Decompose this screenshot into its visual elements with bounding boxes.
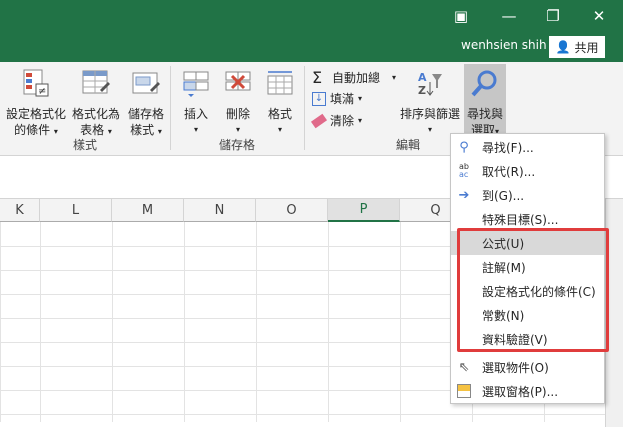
magnifier-icon — [471, 70, 497, 97]
insert-label: 插入 — [183, 107, 208, 121]
column-header-k[interactable]: K — [0, 199, 40, 222]
person-add-icon: 👤 — [555, 40, 571, 54]
fill-button[interactable]: ↓ 填滿 ▾ — [312, 90, 362, 107]
sigma-icon: Σ — [312, 68, 323, 87]
grid-row-line — [0, 414, 605, 415]
format-button[interactable]: 格式 ▾ — [260, 68, 300, 138]
cell-styles-label-1: 儲存格 — [127, 107, 164, 121]
svg-text:≠: ≠ — [38, 86, 46, 97]
menu-item-label: 到(G)... — [482, 188, 525, 203]
grid-column-line — [40, 222, 41, 422]
minimize-icon[interactable]: — — [494, 4, 524, 28]
column-header-p[interactable]: P — [328, 199, 400, 222]
find-select-label-1: 尋找與 — [466, 107, 503, 121]
format-as-table-label-1: 格式化為 — [71, 107, 120, 121]
conditional-formatting-label-1: 設定格式化 — [5, 107, 66, 121]
sort-filter-icon: A Z — [418, 71, 442, 97]
styles-group-label: 樣式 — [73, 138, 98, 152]
menu-item[interactable]: ab ac 取代(R)... — [451, 159, 604, 183]
cell-styles-icon — [132, 72, 160, 94]
grid-column-line — [400, 222, 401, 422]
fill-down-icon: ↓ — [312, 91, 326, 106]
selection-pane-icon — [455, 382, 473, 400]
column-header-l[interactable]: L — [40, 199, 112, 222]
replace-icon: ab ac — [459, 162, 469, 179]
clear-label: 清除 — [330, 114, 355, 128]
menu-item[interactable]: ⇖ 選取物件(O) — [451, 355, 604, 379]
fill-label: 填滿 — [330, 92, 355, 106]
conditional-formatting-icon: ≠ — [23, 69, 49, 97]
cursor-icon: ⇖ — [458, 359, 470, 375]
autosum-label: 自動加總 — [332, 71, 381, 85]
svg-text:A: A — [418, 71, 427, 84]
grid-column-line — [0, 222, 1, 422]
sort-filter-button[interactable]: A Z 排序與篩選 ▾ — [398, 68, 462, 138]
format-as-table-icon — [82, 70, 110, 94]
insert-cells-icon — [183, 71, 209, 97]
delete-label: 刪除 — [225, 107, 250, 121]
sort-filter-label: 排序與篩選 — [399, 107, 460, 121]
format-as-table-label-2: 表格 — [80, 123, 105, 137]
highlight-box — [457, 228, 609, 352]
delete-cells-icon — [225, 71, 251, 91]
column-header-n[interactable]: N — [184, 199, 256, 222]
user-name[interactable]: wenhsien shih — [461, 38, 547, 52]
svg-text:Z: Z — [418, 84, 426, 97]
grid-column-line — [256, 222, 257, 422]
autosum-button[interactable]: Σ 自動加總 ▾ — [312, 68, 396, 87]
title-bar: ▣ — ❐ ✕ wenhsien shih 👤 共用 — [0, 0, 623, 62]
menu-item[interactable]: ➔ 到(G)... — [451, 183, 604, 207]
edit-group-label: 編輯 — [396, 138, 421, 152]
group-divider — [304, 66, 305, 150]
cells-group-label: 儲存格 — [219, 138, 256, 152]
clear-button[interactable]: 清除 ▾ — [310, 112, 362, 129]
format-cells-icon — [267, 71, 293, 95]
search-icon: ⚲ — [459, 139, 469, 155]
menu-item[interactable]: 選取窗格(P)... — [451, 379, 604, 403]
restore-icon[interactable]: ❐ — [538, 4, 568, 28]
share-button[interactable]: 👤 共用 — [549, 36, 605, 58]
format-label: 格式 — [267, 107, 292, 121]
grid-column-line — [112, 222, 113, 422]
format-as-table-button[interactable]: 格式化為 表格 ▾ — [70, 68, 122, 140]
ribbon-display-options-icon[interactable]: ▣ — [446, 4, 476, 28]
eraser-icon — [310, 113, 328, 128]
grid-column-line — [184, 222, 185, 422]
menu-item-label: 特殊目標(S)... — [482, 212, 559, 227]
cell-styles-label-2: 樣式 — [130, 123, 155, 137]
grid-column-line — [328, 222, 329, 422]
arrow-right-icon: ➔ — [458, 187, 470, 203]
find-select-button[interactable]: 尋找與 選取▾ — [464, 64, 506, 137]
insert-button[interactable]: 插入 ▾ — [176, 68, 216, 138]
group-divider — [170, 66, 171, 150]
menu-item-label: 尋找(F)... — [482, 140, 534, 155]
menu-item-label: 選取物件(O) — [482, 360, 549, 375]
conditional-formatting-button[interactable]: ≠ 設定格式化 的條件 ▾ — [4, 68, 68, 140]
column-header-m[interactable]: M — [112, 199, 184, 222]
delete-button[interactable]: 刪除 ▾ — [218, 68, 258, 138]
menu-item-label: 取代(R)... — [482, 164, 536, 179]
share-label: 共用 — [574, 40, 599, 55]
close-icon[interactable]: ✕ — [584, 4, 614, 28]
conditional-formatting-label-2: 的條件 — [14, 123, 51, 137]
menu-item-label: 選取窗格(P)... — [482, 384, 559, 399]
menu-item[interactable]: ⚲ 尋找(F)... — [451, 135, 604, 159]
cell-styles-button[interactable]: 儲存格 樣式 ▾ — [124, 68, 168, 140]
column-header-o[interactable]: O — [256, 199, 328, 222]
